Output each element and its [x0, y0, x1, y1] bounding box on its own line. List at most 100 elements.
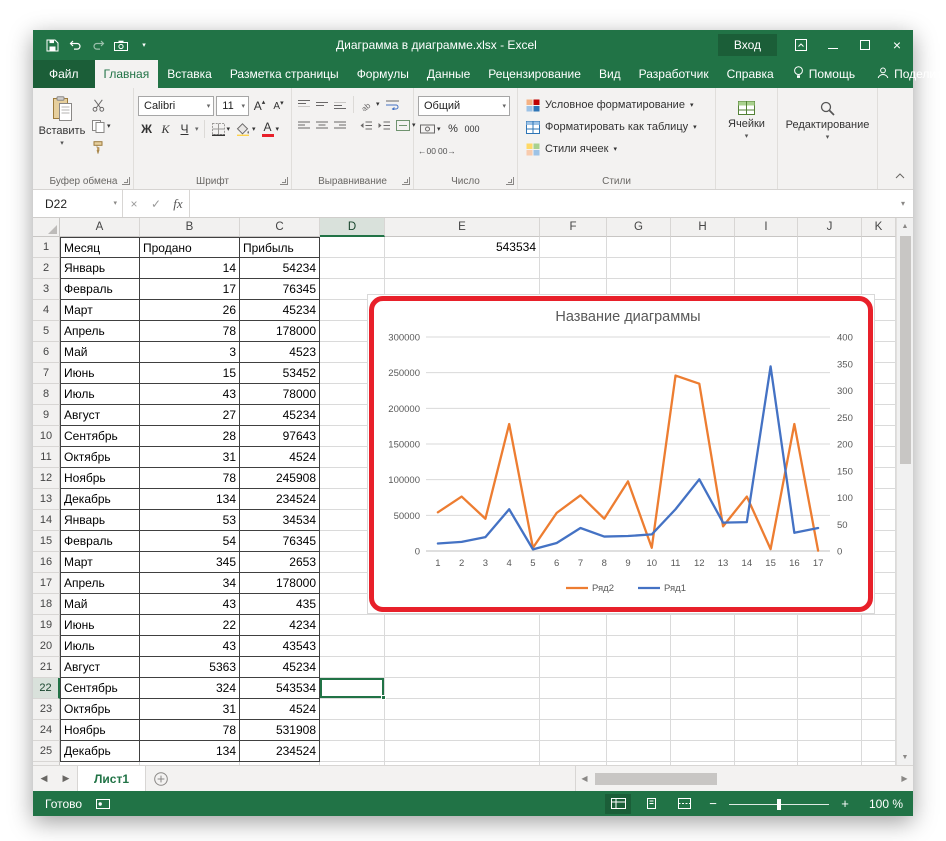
row-header-5[interactable]: 5 [33, 321, 60, 342]
normal-view-icon[interactable] [605, 793, 631, 814]
cell-G2[interactable] [607, 258, 671, 279]
cell-G26[interactable] [607, 762, 671, 765]
row-header-22[interactable]: 22 [33, 678, 60, 699]
save-icon[interactable] [41, 34, 63, 56]
insert-function-icon[interactable]: fx [167, 190, 189, 217]
underline-button[interactable]: Ч [176, 120, 193, 138]
cell-J21[interactable] [798, 657, 862, 678]
cell-F21[interactable] [540, 657, 607, 678]
cell-K22[interactable] [862, 678, 896, 699]
increase-indent-icon[interactable] [376, 117, 392, 134]
cell-C12[interactable]: 245908 [240, 468, 320, 489]
cell-A8[interactable]: Июль [60, 384, 140, 405]
row-header-19[interactable]: 19 [33, 615, 60, 636]
undo-icon[interactable] [64, 34, 86, 56]
zoom-level[interactable]: 100 % [861, 797, 903, 811]
cell-B20[interactable]: 43 [140, 636, 240, 657]
cell-D26[interactable] [320, 762, 385, 765]
cell-B14[interactable]: 53 [140, 510, 240, 531]
new-sheet-button[interactable] [146, 766, 176, 791]
cell-B25[interactable]: 134 [140, 741, 240, 762]
decrease-indent-icon[interactable] [358, 117, 374, 134]
cell-G22[interactable] [607, 678, 671, 699]
cell-H26[interactable] [671, 762, 735, 765]
fill-color-button[interactable]: ▾ [234, 121, 258, 138]
grow-font-button[interactable]: А ▴ [251, 97, 268, 115]
column-header-J[interactable]: J [798, 218, 862, 237]
cell-B16[interactable]: 345 [140, 552, 240, 573]
redo-icon[interactable] [87, 34, 109, 56]
cell-C3[interactable]: 76345 [240, 279, 320, 300]
format-as-table-button[interactable]: Форматировать как таблицу ▾ [522, 117, 711, 137]
cell-C7[interactable]: 53452 [240, 363, 320, 384]
format-painter-button[interactable] [90, 139, 113, 156]
cell-J23[interactable] [798, 699, 862, 720]
cell-A9[interactable]: Август [60, 405, 140, 426]
decrease-decimal-button[interactable]: 00→ [438, 142, 456, 160]
align-center-icon[interactable] [314, 117, 330, 134]
cell-A25[interactable]: Декабрь [60, 741, 140, 762]
row-header-18[interactable]: 18 [33, 594, 60, 615]
increase-decimal-button[interactable]: ←00 [418, 142, 436, 160]
column-header-B[interactable]: B [140, 218, 240, 237]
cell-B7[interactable]: 15 [140, 363, 240, 384]
row-header-16[interactable]: 16 [33, 552, 60, 573]
tab-Данные[interactable]: Данные [418, 60, 479, 88]
maximize-button[interactable] [849, 30, 881, 60]
font-color-button[interactable]: А ▾ [260, 121, 282, 138]
cancel-icon[interactable]: × [123, 190, 145, 217]
cell-E25[interactable] [385, 741, 540, 762]
row-header-15[interactable]: 15 [33, 531, 60, 552]
cell-H22[interactable] [671, 678, 735, 699]
cell-K26[interactable] [862, 762, 896, 765]
chart[interactable]: 0 50000 100000 150000 200000 250000 300000 0 50 1… [367, 294, 875, 614]
cell-D22[interactable] [320, 678, 386, 700]
clipboard-dialog-launcher-icon[interactable] [122, 177, 130, 185]
cell-I23[interactable] [735, 699, 798, 720]
tell-me-help[interactable]: Помощь [783, 60, 865, 88]
cell-F23[interactable] [540, 699, 607, 720]
bold-button[interactable]: Ж [138, 120, 155, 138]
cell-A7[interactable]: Июнь [60, 363, 140, 384]
cell-E2[interactable] [385, 258, 540, 279]
cell-F22[interactable] [540, 678, 607, 699]
cell-G1[interactable] [607, 237, 671, 258]
cell-A2[interactable]: Январь [60, 258, 140, 279]
cell-H21[interactable] [671, 657, 735, 678]
cell-A19[interactable]: Июнь [60, 615, 140, 636]
column-header-I[interactable]: I [735, 218, 798, 237]
cell-A14[interactable]: Январь [60, 510, 140, 531]
zoom-slider[interactable] [729, 795, 829, 813]
cell-C22[interactable]: 543534 [240, 678, 320, 699]
zoom-in-button[interactable]: + [836, 796, 854, 811]
column-header-D[interactable]: D [320, 218, 385, 237]
row-header-8[interactable]: 8 [33, 384, 60, 405]
cell-G20[interactable] [607, 636, 671, 657]
cell-C8[interactable]: 78000 [240, 384, 320, 405]
cell-C1[interactable]: Прибыль [240, 237, 320, 258]
row-header-6[interactable]: 6 [33, 342, 60, 363]
cell-C4[interactable]: 45234 [240, 300, 320, 321]
cell-B23[interactable]: 31 [140, 699, 240, 720]
cell-K24[interactable] [862, 720, 896, 741]
cell-K2[interactable] [862, 258, 896, 279]
scroll-up-icon[interactable]: ▲ [897, 218, 913, 234]
formula-input[interactable] [189, 190, 893, 217]
cell-J22[interactable] [798, 678, 862, 699]
cell-A18[interactable]: Май [60, 594, 140, 615]
cell-C19[interactable]: 4234 [240, 615, 320, 636]
page-break-view-icon[interactable] [671, 794, 697, 814]
cell-C18[interactable]: 435 [240, 594, 320, 615]
cell-J1[interactable] [798, 237, 862, 258]
cell-C13[interactable]: 234524 [240, 489, 320, 510]
cell-B18[interactable]: 43 [140, 594, 240, 615]
cell-C10[interactable]: 97643 [240, 426, 320, 447]
cell-A12[interactable]: Ноябрь [60, 468, 140, 489]
row-header-21[interactable]: 21 [33, 657, 60, 678]
tab-Справка[interactable]: Справка [718, 60, 783, 88]
tab-Рецензирование[interactable]: Рецензирование [479, 60, 590, 88]
row-header-26[interactable]: 26 [33, 762, 60, 765]
column-header-K[interactable]: K [862, 218, 896, 237]
cell-E20[interactable] [385, 636, 540, 657]
cell-H2[interactable] [671, 258, 735, 279]
